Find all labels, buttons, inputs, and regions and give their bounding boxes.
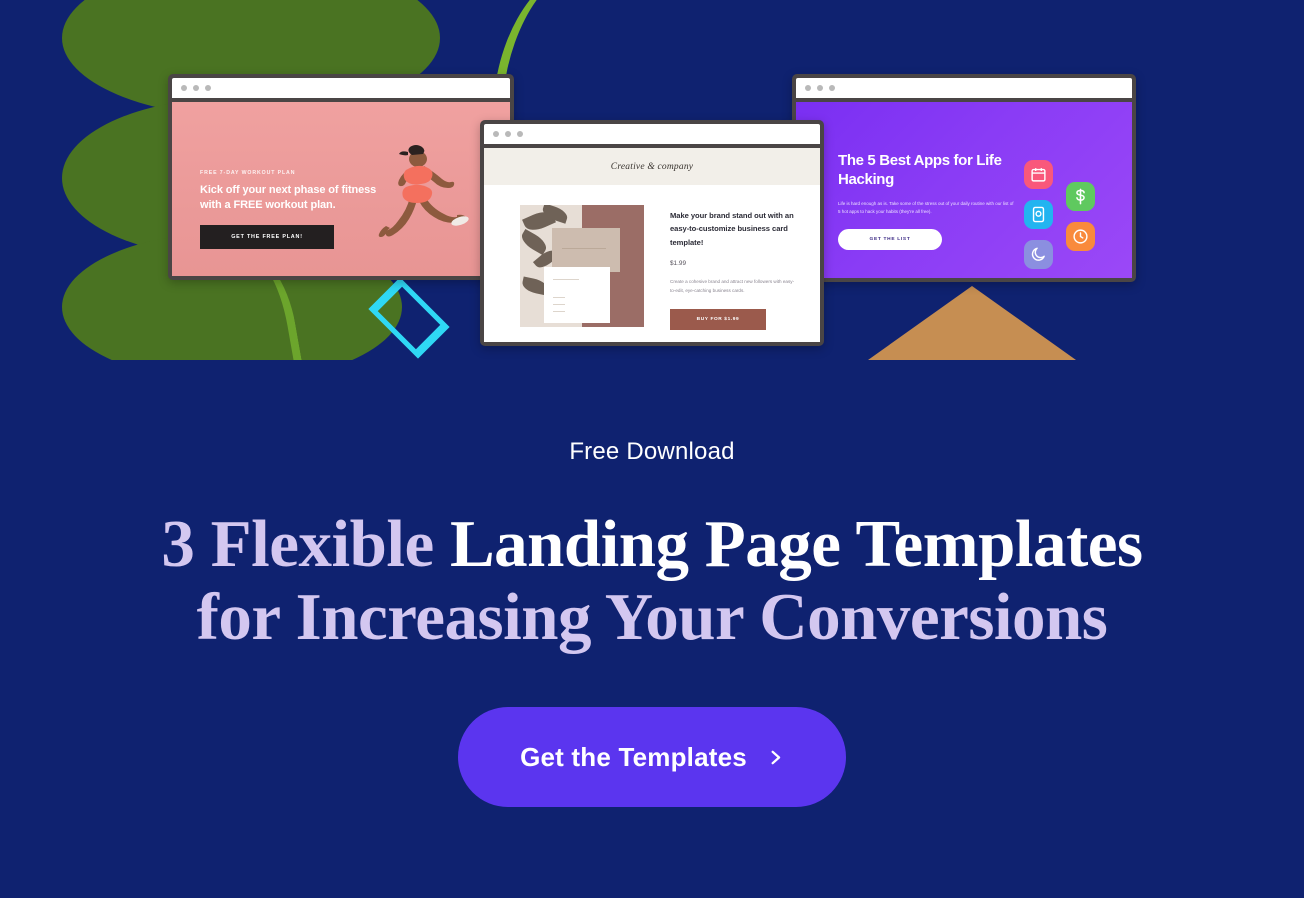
brand-logo: Creative & company <box>610 161 694 172</box>
camera-icon <box>1024 200 1053 229</box>
chevron-right-icon <box>771 750 781 764</box>
browser-titlebar <box>796 78 1132 98</box>
business-card-price: $1.99 <box>670 259 686 267</box>
fitness-eyebrow: FREE 7-DAY WORKOUT PLAN <box>200 170 296 176</box>
browser-titlebar <box>484 124 820 144</box>
get-templates-button[interactable]: Get the Templates <box>458 707 846 808</box>
business-card-description: Create a cohesive brand and attract new … <box>670 278 795 293</box>
cta-label: Get the Templates <box>520 741 747 772</box>
calendar-icon <box>1024 160 1053 189</box>
fitness-page-content: FREE 7-DAY WORKOUT PLAN Kick off your ne… <box>172 102 510 276</box>
browser-mockup-fitness: FREE 7-DAY WORKOUT PLAN Kick off your ne… <box>168 74 514 280</box>
fitness-headline: Kick off your next phase of fitness with… <box>200 184 377 212</box>
window-dot-minimize-icon <box>505 131 511 137</box>
headline-white-part: Landing Page Templates <box>433 507 1143 581</box>
window-dot-close-icon <box>493 131 499 137</box>
eyebrow-text: Free Download <box>569 438 735 465</box>
apps-description: Life is hard enough as is. Take some of … <box>838 200 1014 214</box>
apps-headline: The 5 Best Apps for Life Hacking <box>838 152 1002 188</box>
business-card-buy-button[interactable]: BUY FOR $1.99 <box>670 309 766 331</box>
apps-page-content: The 5 Best Apps for Life Hacking Life is… <box>796 102 1132 278</box>
window-dot-maximize-icon <box>205 85 211 91</box>
app-icon-cluster <box>1022 160 1108 270</box>
browser-mockup-apps: The 5 Best Apps for Life Hacking Life is… <box>792 74 1136 282</box>
window-dot-minimize-icon <box>193 85 199 91</box>
window-dot-close-icon <box>805 85 811 91</box>
browser-mockup-business-card: Creative & company Make your brand stand… <box>480 120 824 346</box>
apps-cta-button[interactable]: GET THE LIST <box>838 229 942 251</box>
fitness-cta-button[interactable]: GET THE FREE PLAN! <box>200 225 334 250</box>
fitness-copy-block: FREE 7-DAY WORKOUT PLAN Kick off your ne… <box>200 170 380 250</box>
moon-icon <box>1024 240 1053 269</box>
apps-copy-block: The 5 Best Apps for Life Hacking Life is… <box>838 152 1024 251</box>
dollar-icon <box>1066 182 1095 211</box>
window-dot-maximize-icon <box>517 131 523 137</box>
tan-triangle-shape <box>868 286 1076 360</box>
window-dot-maximize-icon <box>829 85 835 91</box>
window-dot-close-icon <box>181 85 187 91</box>
business-card-page-content: Creative & company Make your brand stand… <box>484 148 820 342</box>
business-card-headline: Make your brand stand out with an easy-t… <box>670 211 794 247</box>
promo-content: Free Download 3 Flexible Landing Page Te… <box>0 360 1304 808</box>
window-dot-minimize-icon <box>817 85 823 91</box>
headline-accent-two: for Increasing Your Conversions <box>196 580 1108 655</box>
headline-accent-one: 3 Flexible <box>161 507 434 581</box>
page-headline: 3 Flexible Landing Page Templates for In… <box>0 507 1304 655</box>
brand-header: Creative & company <box>484 148 820 185</box>
browser-titlebar <box>172 78 510 98</box>
business-card-product-image <box>520 205 644 327</box>
promo-graphic: FREE 7-DAY WORKOUT PLAN Kick off your ne… <box>0 0 1304 898</box>
hero-illustration: FREE 7-DAY WORKOUT PLAN Kick off your ne… <box>0 0 1304 360</box>
clock-icon <box>1066 222 1095 251</box>
cta-container: Get the Templates <box>0 707 1304 808</box>
